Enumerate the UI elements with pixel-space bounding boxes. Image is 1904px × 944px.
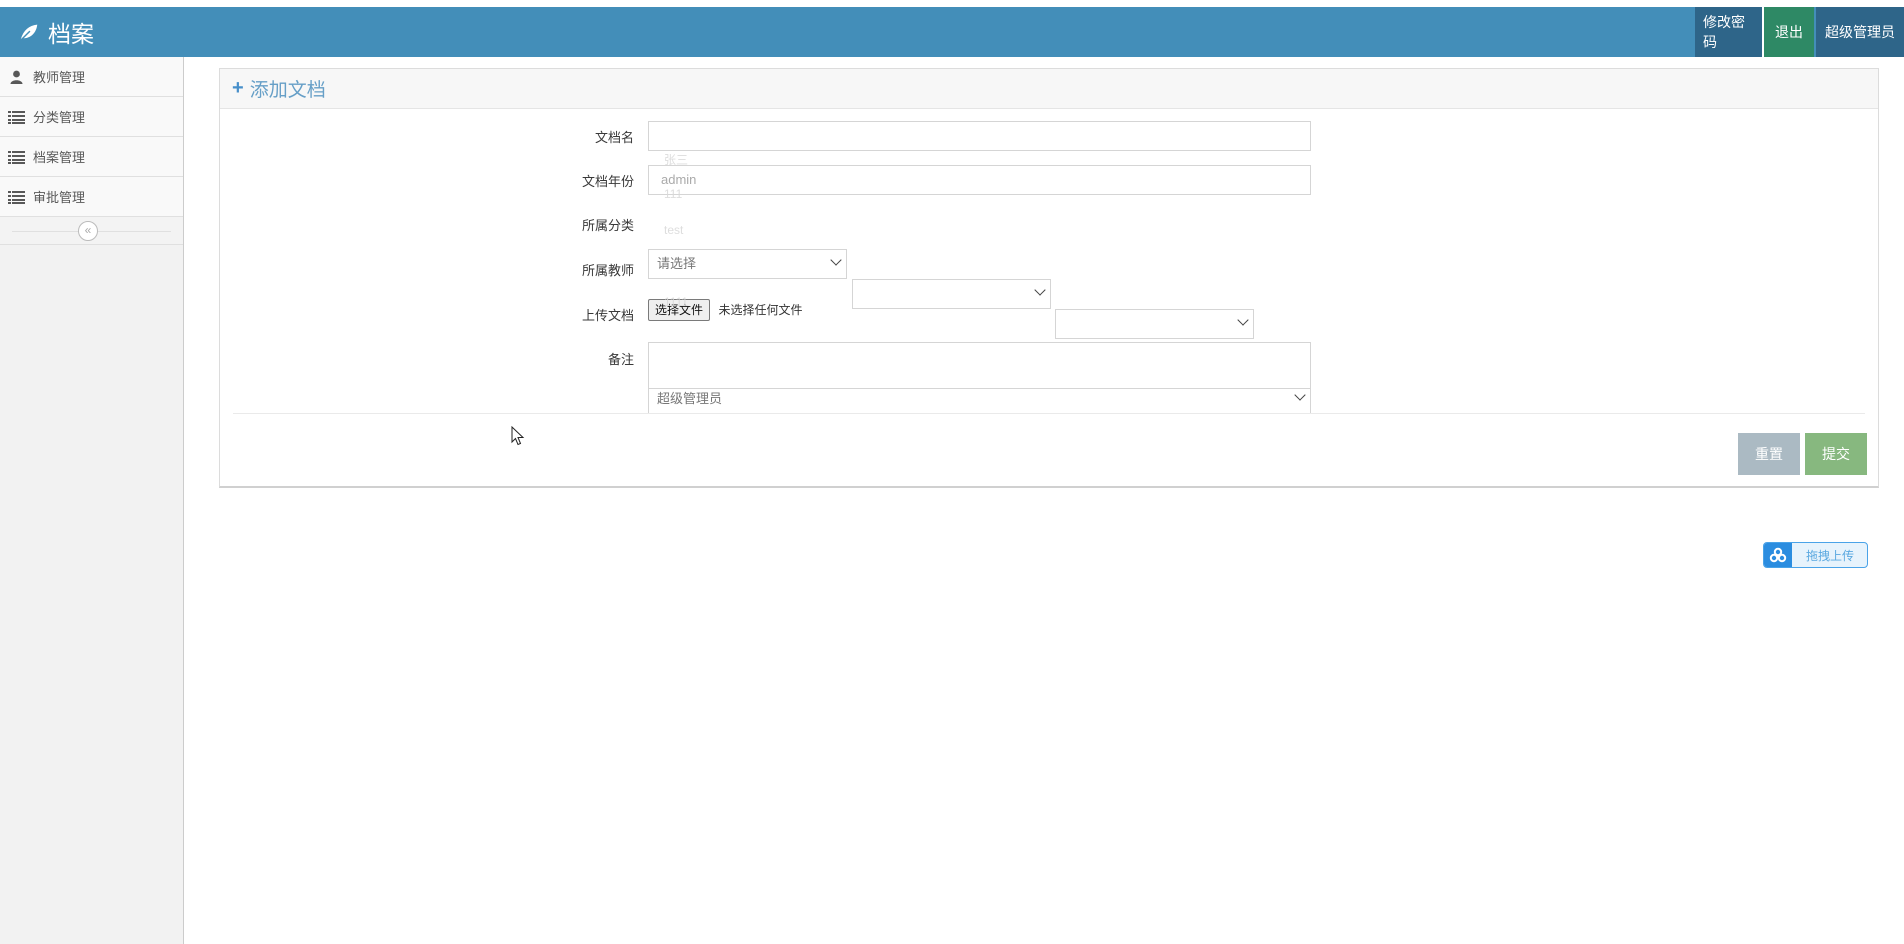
sidebar-item-archives[interactable]: 档案管理 <box>0 137 183 177</box>
user-icon <box>10 70 23 84</box>
chevron-down-icon <box>1034 284 1046 296</box>
list-icon <box>8 110 25 124</box>
panel-title: 添加文档 <box>249 80 326 101</box>
ghost-option <box>648 259 836 295</box>
sidebar-item-approvals[interactable]: 审批管理 <box>0 177 183 217</box>
list-icon <box>8 190 25 204</box>
cloud-upload-icon <box>1764 543 1792 567</box>
document-name-label: 文档名 <box>594 130 634 145</box>
sidebar-collapse: « <box>0 217 183 245</box>
sidebar-item-label: 分类管理 <box>33 110 86 125</box>
sidebar-item-categories[interactable]: 分类管理 <box>0 97 183 137</box>
change-password-button[interactable]: 修改密码 <box>1695 7 1762 57</box>
ghost-option: 张三 <box>664 153 689 167</box>
drag-upload-widget[interactable]: 拖拽上传 <box>1763 542 1868 568</box>
teacher-select-value: 超级管理员 <box>657 391 723 406</box>
ghost-option: 111 <box>664 187 683 201</box>
category-label: 所属分类 <box>581 218 634 233</box>
ghost-dropdown-overlay: 张三 111 test 1111 <box>648 151 836 331</box>
top-nav: 修改密码 退出 超级管理员 <box>1695 7 1904 57</box>
list-icon <box>8 150 25 164</box>
remark-textarea[interactable] <box>648 342 1311 389</box>
upload-label: 上传文档 <box>581 308 634 323</box>
brand[interactable]: 档案 <box>18 7 94 57</box>
add-document-panel: + 添加文档 文档名 文档年份 admin 所属分类 请选择 所属教师 超级管理… <box>219 68 1879 488</box>
category-select-3[interactable] <box>1055 309 1254 339</box>
collapse-button[interactable]: « <box>78 221 98 241</box>
sidebar-item-label: 档案管理 <box>33 150 86 165</box>
document-name-input[interactable] <box>648 121 1311 151</box>
ghost-option: test <box>664 223 684 237</box>
remark-label: 备注 <box>607 352 634 367</box>
mouse-cursor-icon <box>511 426 525 446</box>
top-navbar: 档案 修改密码 退出 超级管理员 <box>0 7 1904 57</box>
submit-button[interactable]: 提交 <box>1805 433 1867 475</box>
form-divider <box>233 413 1865 414</box>
teacher-label: 所属教师 <box>581 263 634 278</box>
chevron-down-icon <box>1237 314 1249 326</box>
drag-upload-label: 拖拽上传 <box>1806 548 1855 563</box>
chevron-down-icon <box>1294 389 1306 401</box>
brand-title: 档案 <box>48 21 94 47</box>
logout-button[interactable]: 退出 <box>1764 7 1814 57</box>
ghost-option: 1111 <box>664 295 689 309</box>
reset-button[interactable]: 重置 <box>1738 433 1800 475</box>
sidebar-item-label: 审批管理 <box>33 190 86 205</box>
plus-icon: + <box>232 77 244 99</box>
user-menu[interactable]: 超级管理员 <box>1816 7 1904 57</box>
sidebar-item-teachers[interactable]: 教师管理 <box>0 57 183 97</box>
sidebar: 教师管理 分类管理 档案管理 审批管理 « <box>0 57 184 944</box>
sidebar-item-label: 教师管理 <box>33 70 86 85</box>
category-select-2[interactable] <box>852 279 1051 309</box>
panel-header: + 添加文档 <box>220 69 1878 109</box>
leaf-icon <box>20 24 38 41</box>
document-year-label: 文档年份 <box>581 174 634 189</box>
